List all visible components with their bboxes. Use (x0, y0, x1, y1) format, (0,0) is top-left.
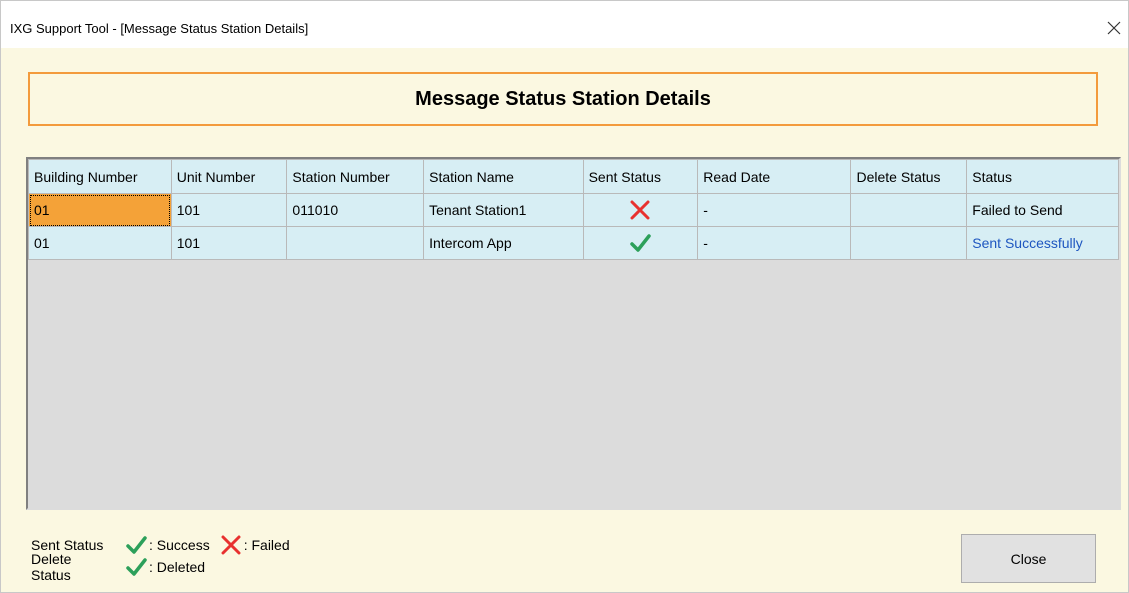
column-header-sent-status[interactable]: Sent Status (582, 159, 699, 194)
cell-unit-number[interactable]: 101 (170, 193, 288, 227)
title-bar: IXG Support Tool - [Message Status Stati… (1, 1, 1128, 48)
dialog-window: IXG Support Tool - [Message Status Stati… (0, 0, 1129, 593)
cell-station-number[interactable] (286, 226, 425, 260)
window-title: IXG Support Tool - [Message Status Stati… (10, 21, 309, 36)
cell-read-date[interactable]: - (697, 193, 852, 227)
legend-failed-label: : Failed (243, 537, 290, 553)
legend-success-label: : Success (149, 537, 210, 553)
column-header-status[interactable]: Status (966, 159, 1119, 194)
status-legend: Sent Status : Success : Failed Delete St… (31, 534, 290, 583)
cell-status[interactable]: Failed to Send (966, 193, 1119, 227)
cell-station-name[interactable]: Tenant Station1 (423, 193, 584, 227)
station-details-grid[interactable]: Building Number Unit Number Station Numb… (26, 157, 1121, 510)
cell-station-name[interactable]: Intercom App (423, 226, 584, 260)
table-row[interactable]: 01 101 Intercom App - Sent Successfully (28, 226, 1119, 260)
success-check-icon (630, 234, 652, 252)
close-button[interactable]: Close (961, 534, 1096, 583)
cell-delete-status[interactable] (850, 226, 968, 260)
cell-sent-status[interactable] (582, 193, 699, 227)
failed-x-icon (630, 200, 650, 220)
column-header-delete-status[interactable]: Delete Status (850, 159, 968, 194)
cell-delete-status[interactable] (850, 193, 968, 227)
table-header-row: Building Number Unit Number Station Numb… (28, 159, 1119, 194)
cell-status[interactable]: Sent Successfully (966, 226, 1119, 260)
header-box: Message Status Station Details (28, 72, 1098, 126)
page-title: Message Status Station Details (415, 87, 711, 110)
legend-delete-status-row: Delete Status : Deleted (31, 551, 290, 583)
window-close-button[interactable] (1100, 14, 1128, 42)
cell-station-number[interactable]: 011010 (286, 193, 425, 227)
column-header-unit-number[interactable]: Unit Number (170, 159, 288, 194)
legend-delete-status-label: Delete Status (31, 551, 72, 583)
success-check-icon (125, 557, 147, 577)
table-row[interactable]: 01 101 011010 Tenant Station1 - Failed t… (28, 193, 1119, 227)
success-check-icon (125, 535, 147, 555)
close-icon (1107, 21, 1121, 35)
cell-building-number[interactable]: 01 (28, 193, 172, 227)
cell-sent-status[interactable] (582, 226, 699, 260)
cell-read-date[interactable]: - (697, 226, 852, 260)
cell-building-number[interactable]: 01 (28, 226, 172, 260)
column-header-station-number[interactable]: Station Number (286, 159, 425, 194)
failed-x-icon (220, 535, 242, 555)
legend-deleted-label: : Deleted (149, 559, 206, 575)
column-header-read-date[interactable]: Read Date (697, 159, 852, 194)
station-details-table: Building Number Unit Number Station Numb… (28, 159, 1119, 260)
cell-unit-number[interactable]: 101 (170, 226, 288, 260)
column-header-building-number[interactable]: Building Number (28, 159, 172, 194)
column-header-station-name[interactable]: Station Name (423, 159, 584, 194)
